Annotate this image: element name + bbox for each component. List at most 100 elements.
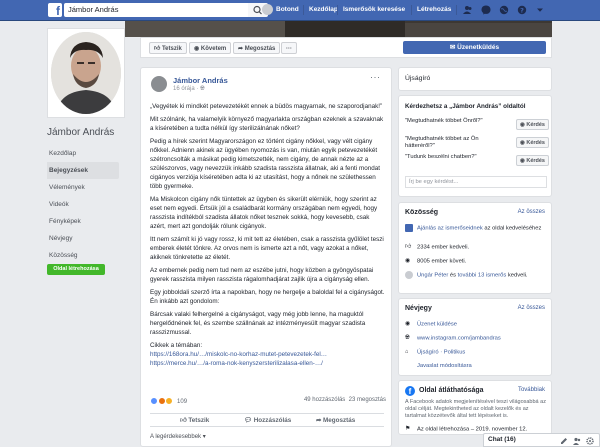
nav-item-home[interactable]: Kezdőlap — [47, 145, 119, 162]
help-icon[interactable]: ? — [517, 5, 527, 15]
messenger-icon: ◉ — [405, 321, 411, 327]
page-category: Újságíró — [405, 75, 431, 82]
post-paragraph: Bárcsak valaki felhergelné a cigányságot… — [150, 311, 366, 336]
article-link-168ora[interactable]: https://168ora.hu/…/miskolc-no-korhaz-mu… — [150, 351, 327, 358]
community-title: Közösség — [405, 209, 439, 216]
ask-button-label: Kérdés — [526, 122, 545, 128]
shares-count[interactable]: 23 megosztás — [349, 397, 386, 403]
reactions-summary[interactable]: 109 49 hozzászólás 23 megosztás — [150, 397, 386, 407]
create-page-button[interactable]: Oldal létrehozása — [47, 264, 105, 275]
question-row: "Megtudhatnék többet az Ön hátteréről?" … — [405, 136, 549, 150]
follow-page-button[interactable]: ◉ Követem — [189, 42, 232, 54]
profile-picture[interactable] — [47, 28, 125, 118]
post-comment-label: Hozzászólás — [253, 417, 292, 424]
author-avatar[interactable] — [151, 76, 167, 92]
transparency-text: A Facebook adatok megjelenítésével teszi… — [405, 399, 546, 419]
share-arrow-icon: ➦ — [238, 46, 245, 52]
public-globe-icon: 🌐︎ — [200, 86, 205, 92]
post-paragraph: „Vegyétek ki mindkét petevezetékét ennek… — [150, 103, 383, 110]
website-link[interactable]: www.instagram.com/jambandras — [417, 336, 501, 342]
account-menu-chevron-down-icon[interactable] — [535, 5, 545, 15]
post-action-row: 👍︎ Tetszik 💬︎ Hozzászólás ➦ Megosztás — [150, 413, 384, 427]
community-see-all-link[interactable]: Az összes — [518, 209, 545, 215]
invite-friends-link[interactable]: Ajánlás az ismerőseidnek — [417, 226, 483, 232]
invite-friends-suffix: az oldal kedveléséhez — [482, 225, 542, 232]
svg-text:?: ? — [520, 6, 524, 14]
ask-button[interactable]: ◉ Kérdés — [516, 119, 549, 130]
nav-item-reviews[interactable]: Vélemények — [47, 179, 119, 196]
create-link[interactable]: Létrehozás — [417, 0, 451, 20]
chat-bar[interactable]: Chat (16) — [483, 433, 600, 447]
post-share-button[interactable]: ➦ Megosztás — [316, 416, 355, 426]
nav-item-about[interactable]: Névjegy — [47, 230, 119, 247]
notifications-globe-icon[interactable] — [499, 5, 509, 15]
ask-button[interactable]: ◉ Kérdés — [516, 137, 549, 148]
post-paragraph: Ma Miskolcon cigány nők tüntettek az ügy… — [150, 196, 378, 230]
messenger-icon[interactable] — [481, 5, 491, 15]
ask-button[interactable]: ◉ Kérdés — [516, 155, 549, 166]
user-avatar[interactable] — [262, 4, 273, 15]
transparency-more-link[interactable]: Továbbiak — [518, 387, 545, 393]
send-message-button[interactable]: ✉ Üzenetküldés — [403, 41, 546, 54]
post-like-button[interactable]: 👍︎ Tetszik — [180, 416, 209, 426]
more-options-button[interactable]: ··· — [281, 42, 297, 54]
friend-requests-icon[interactable] — [463, 5, 473, 15]
send-message-label: Üzenetküldés — [457, 44, 500, 51]
friends-suffix: kedveli. — [506, 272, 528, 279]
friends-joiner: és — [448, 272, 458, 279]
send-message-link[interactable]: Üzenet küldése — [417, 322, 457, 328]
compose-icon[interactable] — [560, 437, 568, 445]
comments-count[interactable]: 49 hozzászólás — [304, 397, 345, 403]
follow-page-label: Követem — [200, 46, 227, 52]
nav-item-photos[interactable]: Fényképek — [47, 213, 119, 230]
ask-button-label: Kérdés — [526, 140, 545, 146]
like-page-label: Tetszik — [161, 46, 182, 52]
about-see-all-link[interactable]: Az összes — [518, 305, 545, 311]
friends-like-row: Ungár Péter és további 13 ismerős kedvel… — [405, 271, 547, 280]
question-text: "Tudunk beszélni chatben?" — [405, 154, 477, 160]
category-link[interactable]: Újságíró · Politikus — [417, 350, 465, 356]
like-page-button[interactable]: 👍︎ Tetszik — [149, 42, 187, 54]
share-page-button[interactable]: ➦ Megosztás — [233, 42, 281, 54]
question-text: "Megtudhatnék többet Önről?" — [405, 118, 483, 124]
gear-icon[interactable] — [586, 437, 594, 445]
globe-icon: 🌐︎ — [405, 335, 410, 341]
nav-item-posts[interactable]: Bejegyzések — [47, 162, 119, 179]
suggest-edits-link[interactable]: Javaslat módosításra — [417, 363, 472, 369]
nav-item-community[interactable]: Közösség — [47, 247, 119, 264]
user-profile-link[interactable]: Botond — [276, 0, 299, 20]
post-card: Jámbor András 16 órája · 🌐︎ ··· „Vegyéte… — [140, 67, 392, 447]
post-timestamp[interactable]: 16 órája · 🌐︎ — [173, 86, 205, 93]
question-input[interactable]: Írj be egy kérdést... — [405, 176, 547, 188]
share-page-label: Megosztás — [244, 46, 276, 52]
post-options-button[interactable]: ··· — [370, 72, 381, 82]
group-chat-icon[interactable] — [573, 437, 581, 445]
home-link[interactable]: Kezdőlap — [309, 0, 338, 20]
reaction-count: 109 — [177, 398, 188, 405]
search-input[interactable]: Jámbor András — [64, 3, 248, 17]
facebook-logo-icon[interactable]: f — [48, 3, 62, 17]
post-paragraph: Az embernek pedig nem tud nem az eszébe … — [150, 267, 374, 283]
post-comment-button[interactable]: 💬︎ Hozzászólás — [244, 416, 291, 426]
post-paragraph: Mit szólnánk, ha valamelyik környező mag… — [150, 116, 384, 132]
nav-item-videos[interactable]: Videók — [47, 196, 119, 213]
friend-name-link[interactable]: Ungár Péter — [417, 273, 448, 279]
sad-reaction-icon — [165, 397, 174, 405]
comment-sort-dropdown[interactable]: A legérdekesebbek ▾ — [150, 433, 206, 440]
article-link-merce[interactable]: https://merce.hu/…/a-roma-nok-kenyszerst… — [150, 360, 323, 367]
send-message-row: ◉ Üzenet küldése — [405, 320, 547, 329]
post-author-link[interactable]: Jámbor András — [173, 76, 228, 85]
divider — [303, 5, 304, 15]
flag-icon: ⚑ — [405, 426, 411, 432]
top-navigation-bar: f Jámbor András Botond Kezdőlap Ismerősö… — [0, 0, 600, 21]
find-friends-link[interactable]: Ismerősök keresése — [343, 0, 405, 20]
followers-row: ◉ 8005 ember követi. — [405, 257, 547, 266]
question-text: "Megtudhatnék többet az Ön hátteréről?" — [405, 136, 479, 149]
comment-share-counts[interactable]: 49 hozzászólás 23 megosztás — [304, 397, 386, 403]
post-like-label: Tetszik — [188, 417, 210, 424]
cover-photo[interactable] — [125, 21, 552, 37]
ask-button-label: Kérdés — [526, 158, 545, 164]
more-friends-link[interactable]: további 13 ismerős — [458, 273, 507, 279]
likes-count: 2334 ember kedveli. — [417, 244, 470, 251]
about-card: Névjegy Az összes ◉ Üzenet küldése 🌐︎ www.… — [398, 298, 552, 376]
